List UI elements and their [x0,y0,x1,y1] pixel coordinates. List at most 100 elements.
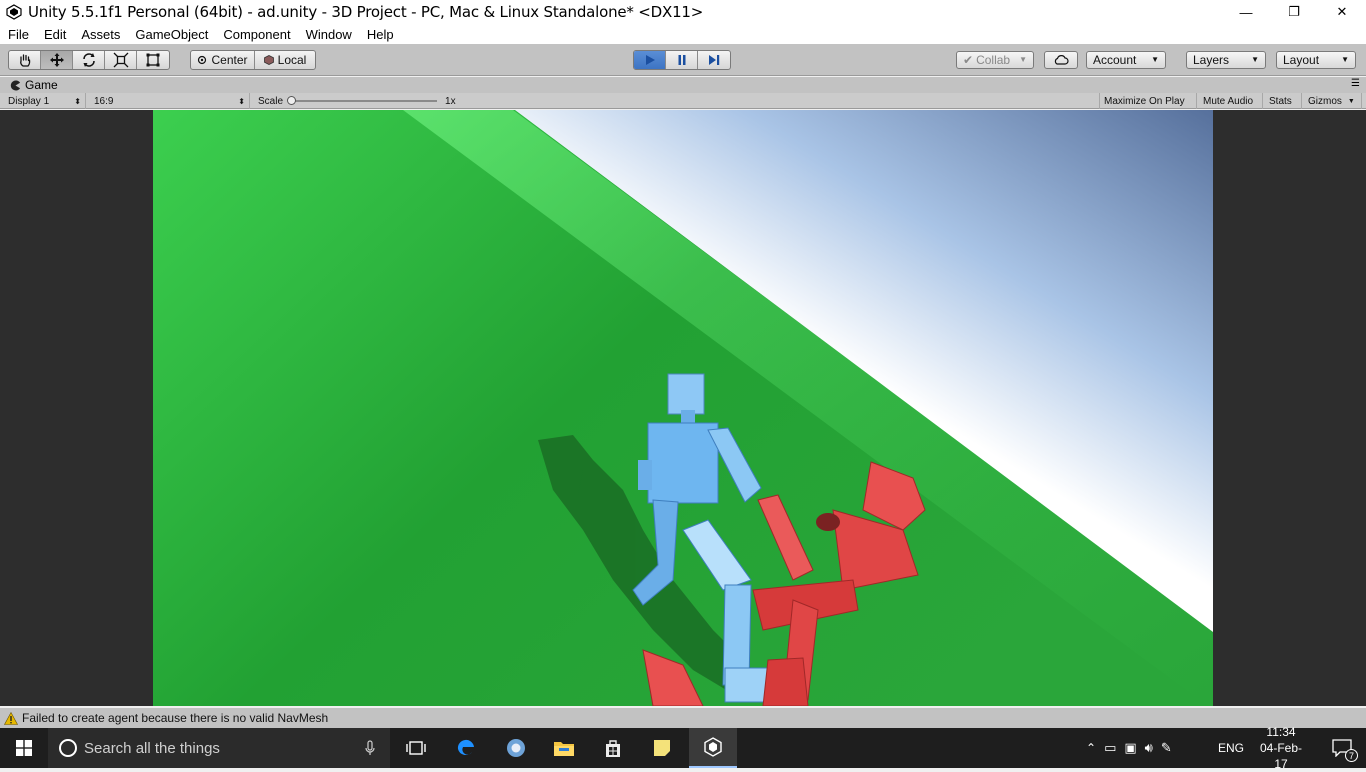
menu-edit[interactable]: Edit [36,27,73,42]
menu-window[interactable]: Window [298,27,359,42]
account-dropdown[interactable]: Account ▼ [1086,51,1166,69]
aspect-label: 16:9 [94,95,114,107]
gizmos-dropdown[interactable]: Gizmos ▼ [1304,93,1362,109]
pacman-icon [10,79,21,91]
console-status-bar[interactable]: Failed to create agent because there is … [0,708,1366,728]
step-button[interactable] [698,51,730,69]
status-message: Failed to create agent because there is … [22,711,329,725]
scale-tool-button[interactable] [105,51,137,69]
menu-help[interactable]: Help [359,27,401,42]
chevron-down-icon: ▼ [1347,97,1355,105]
volume-icon[interactable]: 🔊︎ [1145,740,1153,756]
pivot-center-button[interactable]: Center [191,51,255,69]
chevron-up-icon[interactable]: ⌃ [1086,741,1096,755]
cortana-circle-icon [59,739,77,757]
game-tab-bar: Game ☰ [0,77,1366,93]
edge-icon [457,739,474,756]
close-button[interactable]: ✕ [1318,0,1366,24]
microphone-icon[interactable] [364,740,376,756]
minimize-button[interactable]: — [1222,0,1270,24]
remote-desktop-icon [507,739,525,757]
clock-date: 04-Feb-17 [1259,741,1303,771]
maximize-on-play-label: Maximize On Play [1104,95,1185,107]
scale-control: Scale 1x [254,93,464,109]
display-icon[interactable]: ▣ [1124,740,1136,756]
display-dropdown[interactable]: Display 1 ⬍ [4,93,86,109]
pivot-label: Center [211,53,248,67]
menu-component[interactable]: Component [215,27,297,42]
taskbar-sticky-notes[interactable] [638,728,686,768]
system-tray: ⌃ ▭ ▣ 🔊︎ ✎ [1086,728,1172,768]
stats-label: Stats [1269,95,1292,107]
menu-file[interactable]: File [0,27,36,42]
action-center-button[interactable]: 7 [1318,728,1366,768]
taskbar-store[interactable] [589,728,637,768]
chevron-down-icon: ▼ [1341,55,1349,64]
chevron-down-icon: ▼ [1251,55,1259,64]
windows-taskbar: Search all the things ⌃ ▭ ▣ 🔊︎ ✎ ENG 11:… [0,725,1366,771]
scale-icon [113,52,128,68]
layers-label: Layers [1193,53,1230,67]
warning-icon [4,711,18,725]
play-icon [645,55,655,65]
stats-toggle[interactable]: Stats [1265,93,1302,109]
transform-tools [8,50,170,70]
cortana-search-box[interactable]: Search all the things [48,728,390,768]
tab-game[interactable]: Game [4,77,64,93]
game-view-controls: Display 1 ⬍ 16:9 ⬍ Scale 1x Maximize On … [0,93,1366,109]
clock[interactable]: 11:34 04-Feb-17 [1254,725,1308,771]
window-title: Unity 5.5.1f1 Personal (64bit) - ad.unit… [28,3,704,21]
rotate-icon [82,53,95,67]
pivot-toggles: Center Local [190,50,316,70]
maximize-button[interactable]: ❐ [1270,0,1318,24]
taskbar-remote-app[interactable] [492,728,540,768]
game-viewport[interactable] [153,110,1213,706]
chevron-down-icon: ▼ [1151,55,1159,64]
unity-logo-icon [6,4,22,20]
tab-menu-icon[interactable]: ☰ [1351,78,1360,89]
pivot-local-button[interactable]: Local [255,51,315,69]
maximize-on-play-toggle[interactable]: Maximize On Play [1099,93,1197,109]
network-icon[interactable]: ▭ [1104,740,1116,756]
step-icon [709,55,720,65]
menu-bar: File Edit Assets GameObject Component Wi… [0,24,1366,44]
taskbar-file-explorer[interactable] [540,728,588,768]
start-button[interactable] [0,728,48,768]
windows-logo-icon [16,740,32,756]
language-indicator[interactable]: ENG [1218,728,1244,768]
updown-icon: ⬍ [74,96,81,106]
collab-dropdown[interactable]: ✔ Collab ▼ [956,51,1034,69]
rect-tool-button[interactable] [137,51,169,69]
cloud-button[interactable] [1044,51,1078,69]
scale-slider[interactable] [287,96,438,105]
folder-icon [554,742,574,756]
scale-slider-thumb[interactable] [287,96,297,105]
mute-audio-toggle[interactable]: Mute Audio [1199,93,1263,109]
pause-icon [678,55,685,65]
display-label: Display 1 [8,95,50,107]
scale-label: Scale [258,95,284,107]
menu-gameobject[interactable]: GameObject [127,27,215,42]
main-toolbar: Center Local ✔ Collab ▼ Account ▼ Layers… [0,44,1366,76]
menu-assets[interactable]: Assets [73,27,127,42]
layout-dropdown[interactable]: Layout ▼ [1276,51,1356,69]
game-tab-label: Game [25,78,58,92]
move-tool-button[interactable] [41,51,73,69]
play-button[interactable] [634,51,666,69]
hand-tool-button[interactable] [9,51,41,69]
layout-label: Layout [1283,53,1320,67]
cloud-icon [1054,55,1069,65]
pen-icon[interactable]: ✎ [1161,740,1172,756]
task-view-button[interactable] [392,728,440,768]
gizmos-label: Gizmos [1308,95,1342,107]
language-label: ENG [1218,741,1245,755]
pivot-icon [198,55,207,65]
space-label: Local [277,53,307,67]
aspect-dropdown[interactable]: 16:9 ⬍ [90,93,250,109]
layers-dropdown[interactable]: Layers ▼ [1186,51,1266,69]
pause-button[interactable] [666,51,698,69]
rotate-tool-button[interactable] [73,51,105,69]
task-view-icon [406,741,426,755]
taskbar-unity[interactable] [689,728,737,768]
taskbar-edge[interactable] [442,728,490,768]
